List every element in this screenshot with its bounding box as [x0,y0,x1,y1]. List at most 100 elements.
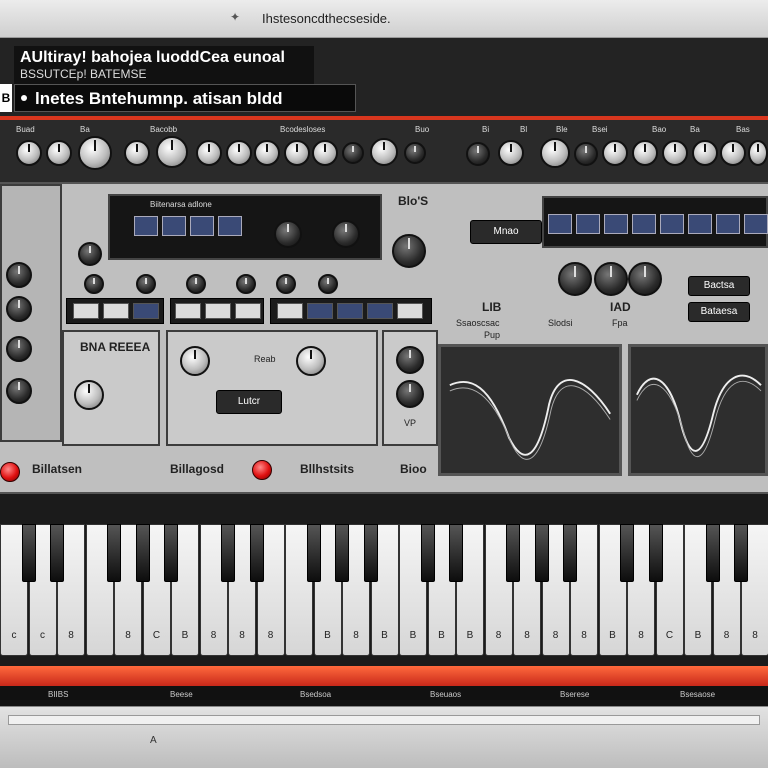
knob[interactable] [628,262,662,296]
mode-button[interactable]: Mnao [470,220,542,244]
display-segment[interactable] [548,214,572,234]
slider-cell[interactable] [175,303,201,319]
knob[interactable] [318,274,338,294]
slider-cell[interactable] [73,303,99,319]
knob[interactable] [392,234,426,268]
knob[interactable] [136,274,156,294]
knob[interactable] [466,142,490,166]
black-key[interactable] [648,524,663,582]
black-key[interactable] [705,524,720,582]
black-key[interactable] [107,524,121,582]
lfo-section: BNA REEEA [62,330,160,446]
display-segment[interactable] [218,216,242,236]
slider-bay[interactable] [170,298,264,324]
right-button-2[interactable]: Bataesa [688,302,750,322]
oscillator-display: Biitenarsa adlone [108,194,382,260]
slider-cell[interactable] [235,303,261,319]
slider-cell[interactable] [367,303,393,319]
knob[interactable] [540,138,570,168]
knob[interactable] [78,136,112,170]
black-key[interactable] [506,524,520,582]
black-key[interactable] [135,524,150,582]
knob[interactable] [332,220,360,248]
display-segment[interactable] [604,214,628,234]
knob[interactable] [632,140,658,166]
knob[interactable] [370,138,398,166]
knob[interactable] [196,140,222,166]
slider-bay[interactable] [66,298,164,324]
knob[interactable] [46,140,72,166]
knob[interactable] [180,346,210,376]
display-segment[interactable] [716,214,740,234]
black-key[interactable] [335,524,349,582]
knob[interactable] [396,346,424,374]
slider-cell[interactable] [307,303,333,319]
knob[interactable] [6,262,32,288]
knob[interactable] [186,274,206,294]
knob[interactable] [276,274,296,294]
slider-cell[interactable] [397,303,423,319]
black-key[interactable] [449,524,463,582]
black-key[interactable] [420,524,435,582]
display-segment[interactable] [660,214,684,234]
black-key[interactable] [620,524,634,582]
knob[interactable] [312,140,338,166]
display-segment[interactable] [134,216,158,236]
slider-cell[interactable] [277,303,303,319]
knob[interactable] [602,140,628,166]
knob[interactable] [574,142,598,166]
knob[interactable] [6,336,32,362]
knob[interactable] [342,142,364,164]
knob[interactable] [284,140,310,166]
knob[interactable] [498,140,524,166]
knob[interactable] [748,140,768,166]
slider-cell[interactable] [337,303,363,319]
black-key[interactable] [534,524,549,582]
slider-cell[interactable] [103,303,129,319]
slider-cell[interactable] [205,303,231,319]
section-label: IAD [610,300,631,314]
black-key[interactable] [249,524,264,582]
display-segment[interactable] [688,214,712,234]
knob[interactable] [692,140,718,166]
display-segment[interactable] [190,216,214,236]
knob[interactable] [558,262,592,296]
knob[interactable] [720,140,746,166]
black-key[interactable] [50,524,64,582]
black-key[interactable] [164,524,178,582]
black-key[interactable] [221,524,235,582]
right-button-1[interactable]: Bactsa [688,276,750,296]
black-key[interactable] [563,524,577,582]
slider-bay[interactable] [270,298,432,324]
knob[interactable] [296,346,326,376]
knob[interactable] [16,140,42,166]
display-segment[interactable] [162,216,186,236]
center-button[interactable]: Lutcr [216,390,282,414]
black-key[interactable] [21,524,36,582]
knob[interactable] [226,140,252,166]
knob[interactable] [274,220,302,248]
knob[interactable] [254,140,280,166]
knob[interactable] [6,296,32,322]
knob[interactable] [78,242,102,266]
black-key[interactable] [734,524,748,582]
knob[interactable] [594,262,628,296]
side-tab[interactable]: B [0,84,12,112]
product-name-box: AUltiray! bahojea luoddCea eunoal BSSUTC… [14,46,314,86]
knob[interactable] [156,136,188,168]
knob[interactable] [662,140,688,166]
knob[interactable] [84,274,104,294]
display-segment[interactable] [744,214,768,234]
knob[interactable] [124,140,150,166]
knob[interactable] [74,380,104,410]
slider-cell[interactable] [133,303,159,319]
display-segment[interactable] [576,214,600,234]
knob[interactable] [236,274,256,294]
display-segment[interactable] [632,214,656,234]
knob[interactable] [396,380,424,408]
preset-selector[interactable]: lnetes Bntehumnp. atisan bldd [14,84,356,112]
black-key[interactable] [363,524,378,582]
black-key[interactable] [306,524,321,582]
knob[interactable] [6,378,32,404]
knob[interactable] [404,142,426,164]
